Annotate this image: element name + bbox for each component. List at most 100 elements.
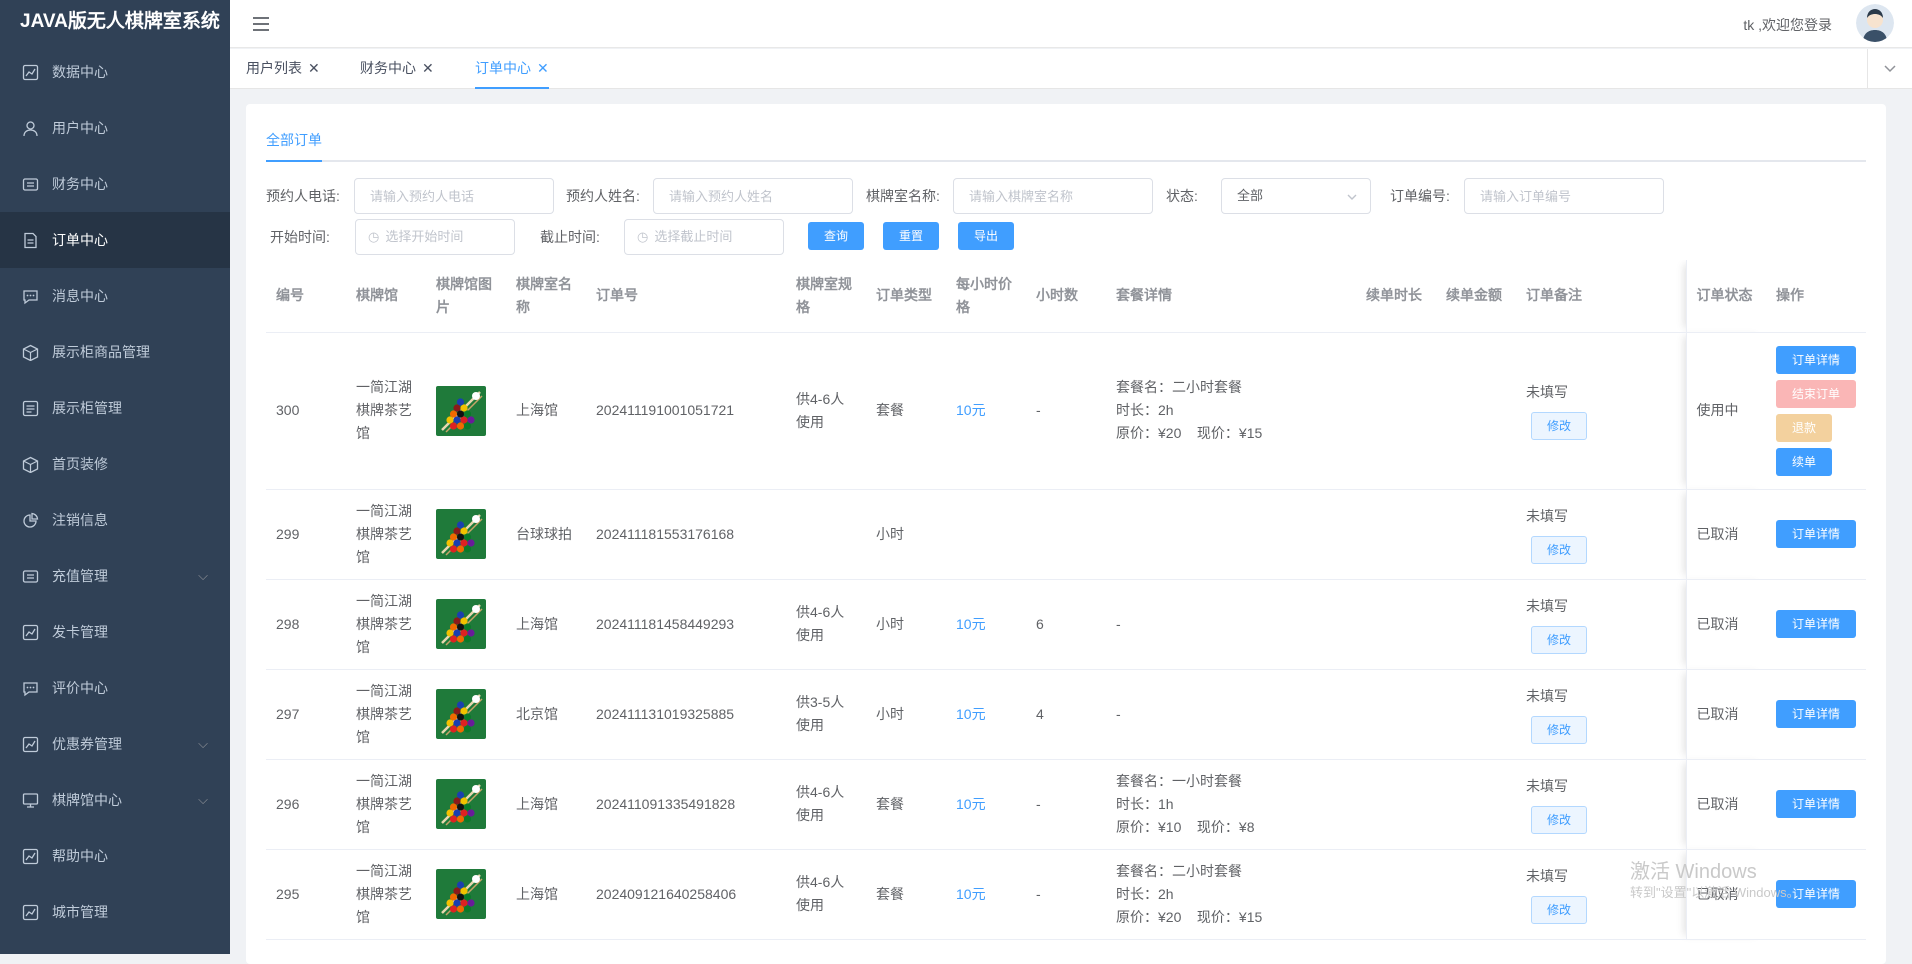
venue-image-cell xyxy=(426,489,506,580)
close-icon[interactable]: ✕ xyxy=(422,60,434,76)
tag-finance[interactable]: 财务中心 ✕ xyxy=(360,49,434,89)
action-button[interactable]: 退款 xyxy=(1776,413,1832,442)
tag-orders[interactable]: 订单中心 ✕ xyxy=(475,49,549,89)
windows-watermark: 激活 Windows xyxy=(1630,861,1757,883)
package-placeholder: - xyxy=(1116,705,1121,722)
name-input[interactable] xyxy=(653,178,853,214)
remark-cell: 未填写 修改 xyxy=(1516,489,1686,580)
edit-remark-button[interactable]: 修改 xyxy=(1531,895,1587,924)
package-price: 原价：¥20 现价：¥15 xyxy=(1116,425,1263,441)
monitor-icon xyxy=(22,793,39,808)
remark-text: 未填写 xyxy=(1526,687,1568,704)
sidebar-item[interactable]: 首页装修 xyxy=(0,436,230,492)
hour-count: - xyxy=(1026,849,1106,940)
box-icon xyxy=(22,456,39,473)
tab-all-orders[interactable]: 全部订单 xyxy=(266,120,322,162)
renew-amount xyxy=(1436,849,1516,940)
action-button[interactable]: 订单详情 xyxy=(1776,790,1856,818)
hour-count: 4 xyxy=(1026,669,1106,760)
sidebar-item[interactable]: 展示柜管理 xyxy=(0,380,230,436)
room-input[interactable] xyxy=(953,178,1153,214)
order-number: 202411091335491828 xyxy=(586,759,786,850)
edit-remark-button[interactable]: 修改 xyxy=(1531,535,1587,564)
phone-input[interactable] xyxy=(354,178,554,214)
chevron-down-icon: ⌵ xyxy=(198,736,208,751)
remark-cell: 未填写 修改 xyxy=(1516,579,1686,670)
chevron-down-icon: ⌵ xyxy=(198,568,208,583)
user-avatar[interactable] xyxy=(1856,4,1894,42)
chart-icon xyxy=(22,904,39,921)
sidebar-item[interactable]: 消息中心 xyxy=(0,268,230,324)
end-time-picker[interactable]: ◷ 选择截止时间 xyxy=(624,219,784,255)
hour-count: 6 xyxy=(1026,579,1106,670)
renew-duration xyxy=(1356,759,1436,850)
status-select[interactable]: 全部 xyxy=(1221,178,1371,214)
page-tabs: 全部订单 xyxy=(266,104,1866,162)
sidebar-item[interactable]: 优惠券管理 ⌵ xyxy=(0,716,230,772)
table-body: 300 一简江湖棋牌茶艺馆 上海馆 202411191001051721 供4-6人使用… xyxy=(266,332,1866,940)
edit-remark-button[interactable]: 修改 xyxy=(1531,412,1587,440)
table-row: 297 一简江湖棋牌茶艺馆 北京馆 202411131019325885 供3-5人使用… xyxy=(266,669,1866,760)
action-button[interactable]: 订单详情 xyxy=(1776,610,1856,638)
column-header: 订单号 xyxy=(586,260,786,333)
sidebar-item[interactable]: 财务中心 xyxy=(0,156,230,212)
edit-remark-button[interactable]: 修改 xyxy=(1531,805,1587,834)
sidebar-item[interactable]: 用户中心 xyxy=(0,100,230,156)
message-icon xyxy=(23,682,38,697)
hamburger-icon[interactable] xyxy=(250,13,272,35)
order-no-input[interactable] xyxy=(1464,178,1664,214)
sidebar-item[interactable]: 发卡管理 xyxy=(0,604,230,660)
action-button[interactable]: 订单详情 xyxy=(1776,345,1856,374)
chevron-down-icon[interactable] xyxy=(1867,49,1912,89)
order-number: 202411191001051721 xyxy=(586,332,786,490)
close-icon[interactable]: ✕ xyxy=(537,60,549,76)
sidebar-item[interactable]: 城市管理 xyxy=(0,884,230,940)
table-row: 299 一简江湖棋牌茶艺馆 台球球拍 202411181553176168 小时 未填写修… xyxy=(266,489,1866,580)
sidebar-item[interactable]: 订单中心 xyxy=(0,212,230,268)
action-button[interactable]: 续单 xyxy=(1776,447,1832,476)
reset-button[interactable]: 重置 xyxy=(883,222,939,250)
venue-thumbnail xyxy=(436,779,486,829)
venue-name: 一简江湖棋牌茶艺馆 xyxy=(346,332,426,490)
status-select-value: 全部 xyxy=(1237,188,1264,203)
actions-cell: 订单详情 xyxy=(1766,669,1866,760)
sidebar-item-label: 帮助中心 xyxy=(52,848,108,864)
package-details-cell: 套餐名：一小时套餐 时长：1h 原价：¥10 现价：¥8 xyxy=(1106,759,1356,850)
tag-label: 财务中心 xyxy=(360,60,416,76)
tag-user-list[interactable]: 用户列表 ✕ xyxy=(246,49,320,89)
column-header: 套餐详情 xyxy=(1106,260,1356,333)
sidebar-item-label: 数据中心 xyxy=(52,64,108,80)
orders-table: 编号 棋牌馆 棋牌馆图片 棋牌室名称 订单号 棋牌室规格 订单类型 每小时价格 小时数 套餐详情续… xyxy=(266,260,1866,940)
package-name: 套餐名：二小时套餐 xyxy=(1116,379,1242,395)
edit-remark-button[interactable]: 修改 xyxy=(1531,715,1587,744)
sidebar-item[interactable]: 评价中心 xyxy=(0,660,230,716)
sidebar-item[interactable]: 帮助中心 xyxy=(0,828,230,884)
wallet-icon xyxy=(22,178,39,191)
room-name: 上海馆 xyxy=(506,579,586,670)
search-button[interactable]: 查询 xyxy=(808,222,864,250)
remark-text: 未填写 xyxy=(1526,384,1568,400)
sidebar-item[interactable]: 展示柜商品管理 xyxy=(0,324,230,380)
action-button[interactable]: 结束订单 xyxy=(1776,379,1856,408)
remark-text: 未填写 xyxy=(1526,777,1568,794)
export-button[interactable]: 导出 xyxy=(958,222,1014,250)
room-name: 北京馆 xyxy=(506,669,586,760)
sidebar-item[interactable]: 数据中心 xyxy=(0,44,230,100)
chart-icon xyxy=(22,624,39,641)
action-button[interactable]: 订单详情 xyxy=(1776,520,1856,548)
edit-remark-button[interactable]: 修改 xyxy=(1531,625,1587,654)
sidebar: JAVA版无人棋牌室系统 数据中心 用户中心 财务中心 订单中心 消息中心 展示柜商品管理… xyxy=(0,0,230,954)
column-header: 订单状态 xyxy=(1685,260,1766,333)
sidebar-item[interactable]: 充值管理 ⌵ xyxy=(0,548,230,604)
venue-name: 一简江湖棋牌茶艺馆 xyxy=(346,759,426,850)
package-name: 套餐名：二小时套餐 xyxy=(1116,862,1242,879)
sidebar-item[interactable]: 棋牌馆中心 ⌵ xyxy=(0,772,230,828)
remark-cell: 未填写修改 xyxy=(1516,669,1686,760)
sidebar-item[interactable]: 注销信息 xyxy=(0,492,230,548)
venue-name: 一简江湖棋牌茶艺馆 xyxy=(346,849,426,940)
start-time-picker[interactable]: ◷ 选择开始时间 xyxy=(355,219,515,255)
sidebar-item-label: 充值管理 xyxy=(52,568,108,584)
close-icon[interactable]: ✕ xyxy=(308,60,320,76)
table-row: 296 一简江湖棋牌茶艺馆 上海馆 202411091335491828 供4-6人使用… xyxy=(266,759,1866,850)
action-button[interactable]: 订单详情 xyxy=(1776,700,1856,728)
